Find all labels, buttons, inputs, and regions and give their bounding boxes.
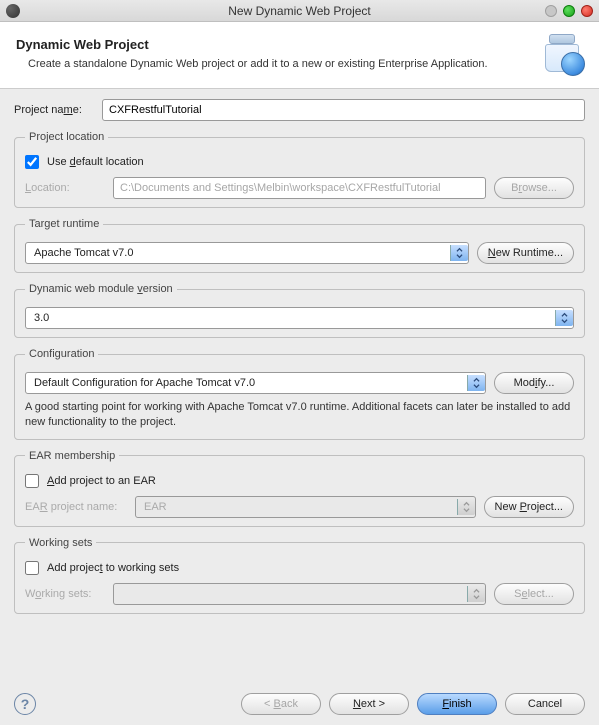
- configuration-description: A good starting point for working with A…: [25, 400, 574, 431]
- back-button: < Back: [241, 693, 321, 715]
- target-runtime-group: Target runtime Apache Tomcat v7.0 New Ru…: [14, 218, 585, 273]
- module-version-legend: Dynamic web module version: [25, 283, 177, 295]
- titlebar: New Dynamic Web Project: [0, 0, 599, 22]
- banner-heading: Dynamic Web Project: [16, 37, 541, 52]
- window-controls: [545, 5, 593, 17]
- chevron-updown-icon: [450, 245, 468, 261]
- cancel-button[interactable]: Cancel: [505, 693, 585, 715]
- project-name-row: Project name:: [14, 99, 585, 121]
- select-working-sets-button: Select...: [494, 583, 574, 605]
- target-runtime-legend: Target runtime: [25, 218, 103, 230]
- target-runtime-combo[interactable]: Apache Tomcat v7.0: [25, 242, 469, 264]
- window-title: New Dynamic Web Project: [0, 4, 599, 18]
- chevron-updown-icon: [457, 499, 475, 515]
- browse-button: Browse...: [494, 177, 574, 199]
- location-input: [113, 177, 486, 199]
- wizard-icon: [541, 32, 583, 74]
- working-sets-legend: Working sets: [25, 537, 96, 549]
- banner: Dynamic Web Project Create a standalone …: [0, 22, 599, 89]
- working-sets-combo: [113, 583, 486, 605]
- project-location-group: Project location Use default location Lo…: [14, 131, 585, 208]
- working-sets-label: Working sets:: [25, 588, 105, 600]
- new-ear-project-button[interactable]: New Project...: [484, 496, 574, 518]
- working-sets-group: Working sets Add project to working sets…: [14, 537, 585, 614]
- location-label: Location:: [25, 182, 105, 194]
- configuration-group: Configuration Default Configuration for …: [14, 348, 585, 440]
- chevron-updown-icon: [467, 375, 485, 391]
- add-to-working-sets-checkbox[interactable]: [25, 561, 39, 575]
- chevron-updown-icon: [555, 310, 573, 326]
- module-version-combo[interactable]: 3.0: [25, 307, 574, 329]
- zoom-button[interactable]: [563, 5, 575, 17]
- module-version-group: Dynamic web module version 3.0: [14, 283, 585, 338]
- add-to-ear-label: Add project to an EAR: [47, 475, 156, 487]
- add-to-ear-checkbox[interactable]: [25, 474, 39, 488]
- modify-button[interactable]: Modify...: [494, 372, 574, 394]
- ear-legend: EAR membership: [25, 450, 119, 462]
- app-icon: [6, 4, 20, 18]
- add-to-working-sets-label: Add project to working sets: [47, 562, 179, 574]
- finish-button[interactable]: Finish: [417, 693, 497, 715]
- use-default-location-label: Use default location: [47, 156, 144, 168]
- wizard-footer: ? < Back Next > Finish Cancel: [0, 693, 599, 715]
- help-icon[interactable]: ?: [14, 693, 36, 715]
- next-button[interactable]: Next >: [329, 693, 409, 715]
- use-default-location-checkbox[interactable]: [25, 155, 39, 169]
- configuration-combo[interactable]: Default Configuration for Apache Tomcat …: [25, 372, 486, 394]
- project-location-legend: Project location: [25, 131, 108, 143]
- project-name-label: Project name:: [14, 104, 94, 116]
- ear-project-label: EAR project name:: [25, 501, 127, 513]
- banner-subtext: Create a standalone Dynamic Web project …: [28, 58, 541, 70]
- new-runtime-button[interactable]: New Runtime...: [477, 242, 574, 264]
- ear-group: EAR membership Add project to an EAR EAR…: [14, 450, 585, 527]
- project-name-input[interactable]: [102, 99, 585, 121]
- configuration-legend: Configuration: [25, 348, 98, 360]
- ear-project-combo: EAR: [135, 496, 476, 518]
- close-button[interactable]: [581, 5, 593, 17]
- chevron-updown-icon: [467, 586, 485, 602]
- minimize-button[interactable]: [545, 5, 557, 17]
